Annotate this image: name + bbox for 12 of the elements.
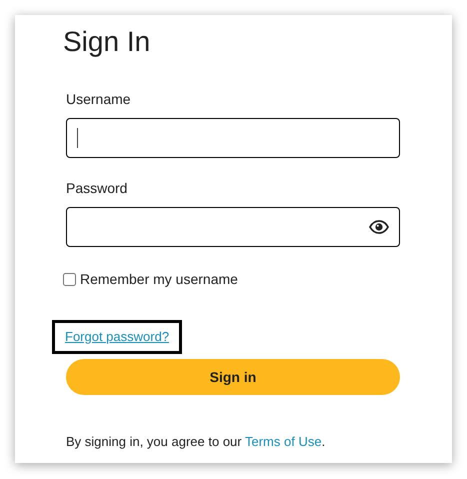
username-field[interactable] xyxy=(66,118,400,158)
field-label: Username xyxy=(66,90,131,109)
password-field[interactable] xyxy=(66,207,400,247)
forgot-password-link[interactable]: Forgot password? xyxy=(52,320,182,354)
page-title: Sign In xyxy=(63,25,150,59)
terms-link[interactable]: Terms of Use xyxy=(245,434,322,449)
terms-notice: By signing in, you agree to our Terms of Use. xyxy=(66,433,326,451)
sign-in-button[interactable]: Sign in xyxy=(66,359,400,395)
remember-checkbox[interactable] xyxy=(63,273,76,286)
eye-icon[interactable] xyxy=(369,220,389,234)
checkbox-label: Remember my username xyxy=(80,270,238,289)
field-label: Password xyxy=(66,179,128,198)
